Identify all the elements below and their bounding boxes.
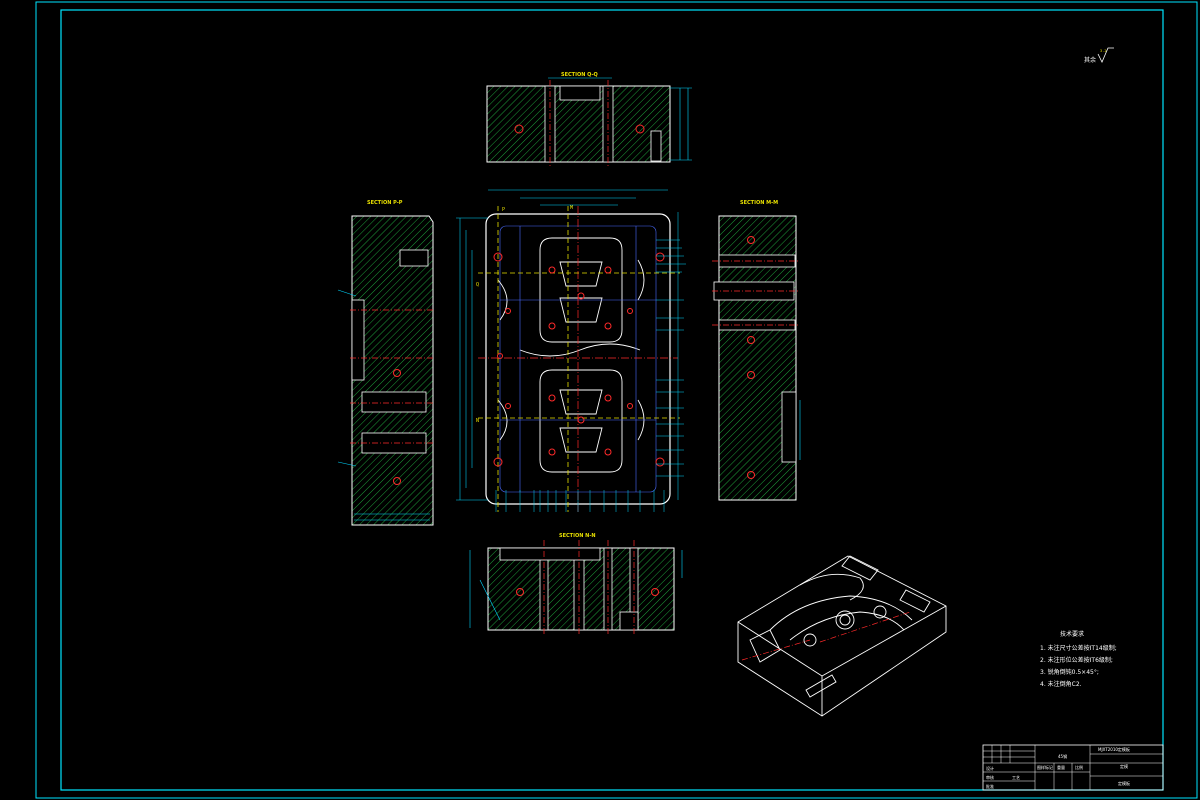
- cut-marker-n: N: [476, 418, 479, 424]
- title-meta-weight: 重量: [1057, 764, 1065, 770]
- note-item-4: 4. 未注倒角C2.: [1040, 680, 1082, 688]
- title-part-name: 定模: [1120, 763, 1128, 769]
- title-role-design: 设计: [986, 765, 994, 771]
- note-item-2: 2. 未注形位公差按IT6级制;: [1040, 656, 1113, 664]
- section-m-m-title: SECTION M-M: [740, 200, 778, 206]
- cut-marker-p: P: [502, 207, 505, 213]
- section-p-p-view: SECTION P-P: [337, 200, 434, 526]
- title-meta-mark: 图样标记: [1037, 764, 1053, 770]
- title-meta-scale: 比例: [1075, 764, 1083, 770]
- title-role-process: 工艺: [1012, 775, 1020, 780]
- section-m-m-view: SECTION M-M: [712, 200, 801, 501]
- section-n-n-title: SECTION N-N: [559, 533, 596, 539]
- section-p-p-title: SECTION P-P: [367, 200, 403, 206]
- title-part-label: 定模板: [1118, 780, 1130, 786]
- roughness-symbol: 其余 3.2: [1084, 47, 1114, 64]
- section-q-q-title: SECTION Q-Q: [561, 72, 598, 78]
- roughness-value: 3.2: [1100, 49, 1107, 53]
- title-role-approve: 批准: [986, 783, 994, 789]
- main-plan-view: P Q N M: [456, 189, 686, 512]
- title-drawing-number: MJXT2010定模板: [1098, 746, 1130, 752]
- title-block: 45钢 MJXT2010定模板 定模 定模板 设计 审核 工艺 批准 图样标记 …: [982, 744, 1164, 791]
- title-role-review: 审核: [986, 774, 994, 780]
- note-item-1: 1. 未注尺寸公差按IT14级制;: [1040, 644, 1117, 652]
- technical-notes: 技术要求 1. 未注尺寸公差按IT14级制; 2. 未注形位公差按IT6级制; …: [1040, 630, 1117, 688]
- isometric-view: [737, 555, 947, 717]
- cut-marker-m: M: [570, 205, 573, 211]
- notes-title: 技术要求: [1060, 630, 1084, 638]
- title-material: 45钢: [1058, 753, 1067, 759]
- note-item-3: 3. 锐角倒钝0.5×45°;: [1040, 668, 1099, 676]
- cut-marker-q: Q: [476, 282, 479, 288]
- roughness-prefix: 其余: [1084, 56, 1096, 64]
- plan-holes: [493, 252, 665, 467]
- section-q-q-view: SECTION Q-Q: [486, 72, 692, 166]
- section-n-n-view: SECTION N-N: [469, 533, 683, 636]
- cad-drawing-sheet: SECTION Q-Q SECTION P-P P Q N M SECTION …: [35, 1, 1198, 799]
